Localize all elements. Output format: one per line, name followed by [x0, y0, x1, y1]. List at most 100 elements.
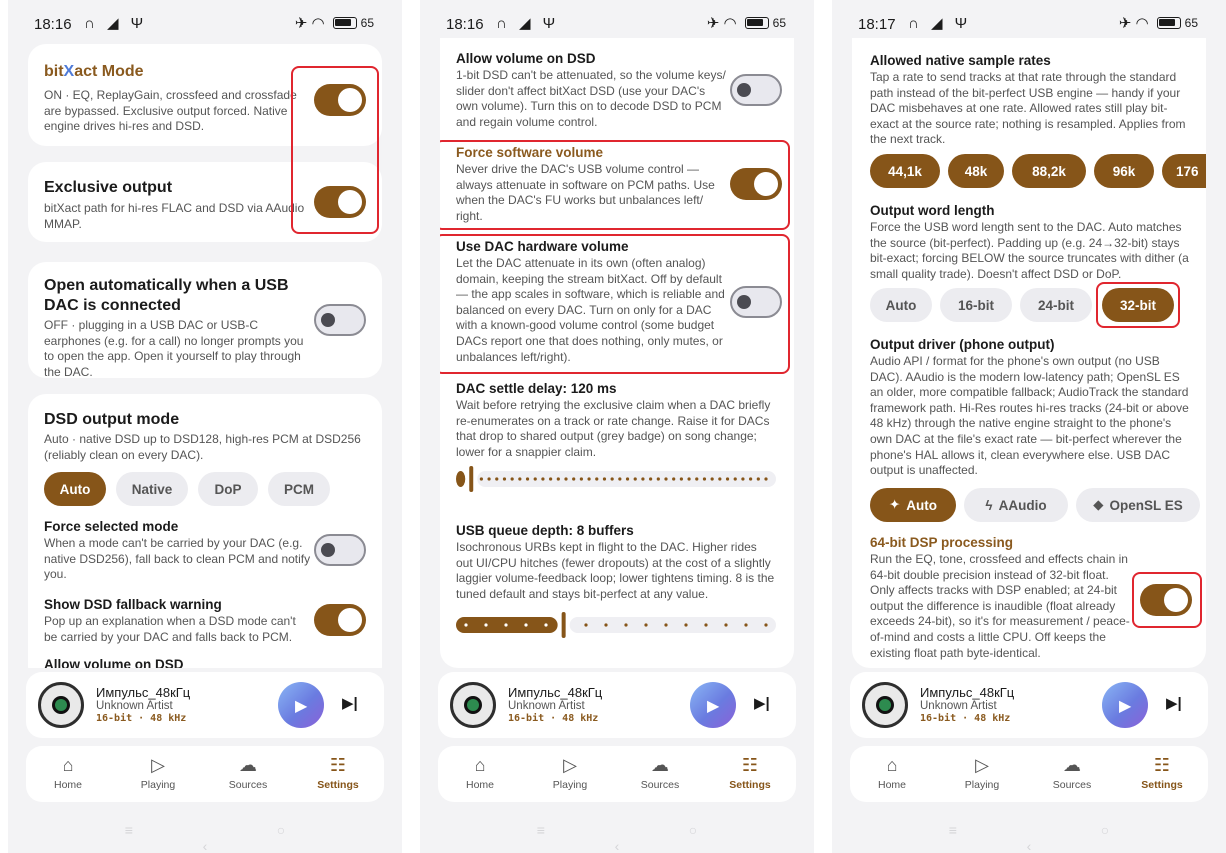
highlight-box	[291, 66, 379, 234]
play-icon: ▶	[1119, 698, 1132, 715]
album-art	[862, 682, 908, 728]
system-nav-bar[interactable]: ≡ ○ ‹	[832, 822, 1226, 853]
rates-title: Allowed native sample rates	[870, 53, 1051, 68]
sparkle-icon: ✦	[888, 497, 901, 512]
settle-title: DAC settle delay: 120 ms	[456, 381, 617, 396]
system-nav-bar[interactable]: ≡ ○ ‹	[8, 822, 402, 853]
clock: 18:17	[858, 16, 896, 33]
rate-chip-96k[interactable]: 96k	[1094, 154, 1154, 188]
play-button[interactable]: ▶	[690, 682, 736, 728]
nav-sources[interactable]: ☁ Sources	[208, 754, 288, 791]
settle-slider-tick	[564, 477, 568, 481]
settle-slider-tick	[502, 477, 507, 481]
home-icon: ⌂	[474, 755, 486, 775]
open-auto-card[interactable]: Open automatically when a USB DAC is con…	[28, 262, 382, 379]
settings-screen-2: 18:16 ∩ ◢ Ψ ✈ ◠ 65 Allow volume on DSD 1-…	[420, 0, 814, 853]
nav-home[interactable]: ⌂ Home	[28, 754, 108, 791]
album-art	[38, 682, 84, 728]
settings-scroll[interactable]: Allow volume on DSD 1-bit DSD can't be a…	[440, 38, 794, 668]
settle-slider-tick	[572, 477, 576, 481]
settle-slider-tick	[510, 477, 514, 481]
nav-sources[interactable]: ☁ Sources	[620, 754, 700, 791]
driver-chip-auto[interactable]: ✦ Auto	[870, 488, 956, 522]
allow-vol-title: Allow volume on DSD	[456, 51, 596, 66]
allow-vol-toggle[interactable]	[730, 74, 782, 106]
settle-slider-tick	[649, 477, 653, 481]
next-button[interactable]: ▶|	[1166, 694, 1182, 712]
play-button[interactable]: ▶	[1102, 682, 1148, 728]
bitxact-title-a: bit	[44, 63, 64, 80]
force-toggle[interactable]	[314, 534, 366, 566]
track-title: Импульс_48кГц	[96, 685, 191, 700]
driver-chip-auto-label: Auto	[906, 497, 938, 513]
wordlen-chip-auto[interactable]: Auto	[870, 288, 932, 322]
driver-chip-aaudio[interactable]: ϟ AAudio	[964, 488, 1068, 522]
rate-chip-44k[interactable]: 44,1k	[870, 154, 940, 188]
settle-slider-tick	[756, 477, 760, 481]
open-auto-title: Open automatically when a USB DAC is con…	[44, 277, 289, 314]
airplane-wifi-icon: ✈ ◠	[1118, 15, 1149, 32]
rate-chip-176k[interactable]: 176	[1162, 154, 1206, 188]
dsd-chip-native[interactable]: Native	[116, 472, 188, 506]
nav-home-label: Home	[465, 779, 494, 791]
track-title: Импульс_48кГц	[920, 685, 1015, 700]
driver-chip-opensl[interactable]: ◆ OpenSL ES	[1076, 488, 1200, 522]
dsp64-title: 64-bit DSP processing	[870, 535, 1014, 550]
rate-chip-48k[interactable]: 48k	[948, 154, 1004, 188]
highlight-box	[1096, 282, 1180, 328]
next-button[interactable]: ▶|	[754, 694, 770, 712]
warn-toggle[interactable]	[314, 604, 366, 636]
settle-slider-tick	[518, 477, 522, 481]
queue-slider-tick	[484, 623, 488, 627]
nav-sources-label: Sources	[1052, 779, 1092, 791]
dsd-chip-dop[interactable]: DoP	[198, 472, 258, 506]
open-auto-toggle[interactable]	[314, 304, 366, 336]
next-button[interactable]: ▶|	[342, 694, 358, 712]
mini-player[interactable]: Импульс_48кГц Unknown Artist 16-bit · 48…	[26, 672, 384, 738]
settle-slider-tick	[672, 477, 676, 481]
queue-slider-tick	[704, 623, 708, 627]
nav-home[interactable]: ⌂ Home	[852, 754, 932, 791]
bottom-nav: ⌂ Home ▷ Playing ☁ Sources ☷ Settings	[850, 746, 1208, 802]
settle-slider[interactable]	[456, 466, 776, 492]
force-desc: When a mode can't be carried by your DAC…	[44, 536, 311, 582]
queue-slider-tick	[604, 623, 608, 627]
dsd-chip-auto[interactable]: Auto	[44, 472, 106, 506]
system-nav-bar[interactable]: ≡ ○ ‹	[420, 822, 814, 853]
rate-chip-88k[interactable]: 88,2k	[1012, 154, 1086, 188]
mini-player[interactable]: Импульс_48кГц Unknown Artist 16-bit · 48…	[850, 672, 1208, 738]
nav-playing[interactable]: ▷ Playing	[530, 754, 610, 791]
nav-settings[interactable]: ☷ Settings	[298, 754, 378, 791]
dsd-desc: Auto · native DSD up to DSD128, high-res…	[44, 432, 361, 462]
play-circle-icon: ▷	[975, 755, 989, 775]
queue-slider-tick	[724, 623, 728, 627]
nav-settings[interactable]: ☷ Settings	[1122, 754, 1202, 791]
settle-slider-tick	[625, 477, 630, 481]
settle-slider-tick	[533, 477, 537, 481]
settle-slider-thumb[interactable]	[469, 466, 474, 492]
nav-playing[interactable]: ▷ Playing	[942, 754, 1022, 791]
nav-sources-label: Sources	[228, 779, 268, 791]
clock: 18:16	[446, 16, 484, 33]
nav-settings-label: Settings	[317, 779, 359, 791]
nav-settings[interactable]: ☷ Settings	[710, 754, 790, 791]
queue-slider[interactable]	[456, 612, 776, 638]
exclusive-desc: bitXact path for hi-res FLAC and DSD via…	[44, 201, 305, 231]
battery-level: 65	[772, 16, 786, 30]
nav-home[interactable]: ⌂ Home	[440, 754, 520, 791]
track-format: 16-bit · 48 kHz	[96, 713, 187, 724]
dsd-chip-pcm[interactable]: PCM	[268, 472, 330, 506]
nav-sources[interactable]: ☁ Sources	[1032, 754, 1112, 791]
wordlen-desc: Force the USB word length sent to the DA…	[870, 220, 1189, 281]
nav-playing[interactable]: ▷ Playing	[118, 754, 198, 791]
play-button[interactable]: ▶	[278, 682, 324, 728]
settle-slider-tick	[479, 477, 483, 481]
queue-slider-tick	[504, 623, 508, 627]
wordlen-chip-24[interactable]: 24-bit	[1020, 288, 1092, 322]
wordlen-chip-16[interactable]: 16-bit	[940, 288, 1012, 322]
highlight-box	[1132, 572, 1202, 628]
settings-scroll[interactable]: Allowed native sample rates Tap a rate t…	[852, 38, 1206, 668]
settings-scroll[interactable]: bitXact Mode ON · EQ, ReplayGain, crossf…	[28, 38, 382, 668]
queue-slider-thumb[interactable]	[561, 612, 566, 638]
mini-player[interactable]: Импульс_48кГц Unknown Artist 16-bit · 48…	[438, 672, 796, 738]
